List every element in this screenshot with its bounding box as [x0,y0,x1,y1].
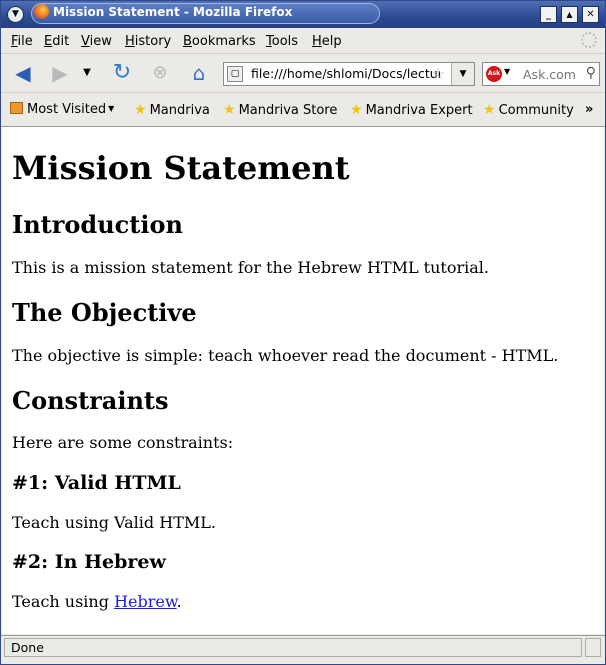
chevron-down-icon: ▼ [83,67,91,78]
status-panel [585,638,601,657]
url-bar[interactable]: ▢ file:///home/shlomi/Docs/lecture/ ☆ ▼ [223,62,475,86]
forward-button[interactable]: ▶ [48,61,72,85]
navigation-toolbar: ◀ ▶ ▼ ↻ ⊗ ⌂ ▢ file:///home/shlomi/Docs/l… [1,54,605,93]
search-bar: Ask ▼ ⚲ [482,62,600,86]
bookmark-community[interactable]: ★ Community [483,102,574,118]
constraints-heading: Constraints [12,386,169,415]
home-button[interactable]: ⌂ [187,61,211,85]
chevron-down-icon: ▼ [459,69,467,79]
constraints-text: Here are some constraints: [12,433,234,452]
back-button[interactable]: ◀ [11,61,35,85]
back-arrow-icon: ◀ [15,61,31,85]
bookmark-mandriva-expert[interactable]: ★ Mandriva Expert [350,102,473,118]
close-button[interactable]: ✕ [582,6,599,23]
constraint-2-text: Teach using Hebrew. [12,592,182,611]
window-menu-button[interactable]: ▼ [7,6,24,23]
ask-engine-icon[interactable]: Ask [486,66,502,82]
chevron-down-icon[interactable]: ▼ [504,67,510,76]
status-bar: Done [1,635,605,664]
history-dropdown-button[interactable]: ▼ [79,61,95,85]
bookmarks-overflow-button[interactable]: » [585,102,593,117]
bookmarks-toolbar: Most Visited ▼ ★ Mandriva ★ Mandriva Store … [1,93,605,127]
folder-icon [10,102,23,114]
star-icon: ★ [350,102,363,118]
url-text[interactable]: file:///home/shlomi/Docs/lecture/ [251,66,440,81]
intro-heading: Introduction [12,210,183,239]
window-title: Mission Statement - Mozilla Firefox [53,5,293,19]
objective-heading: The Objective [12,298,197,327]
constraint-1-heading: #1: Valid HTML [12,472,181,494]
star-icon: ★ [223,102,236,118]
menu-edit[interactable]: Edit [44,34,69,49]
search-input[interactable] [523,65,581,83]
menu-bookmarks[interactable]: Bookmarks [183,34,256,49]
chevron-down-icon: ▼ [12,9,19,19]
objective-text: The objective is simple: teach whoever r… [12,346,559,365]
chevron-down-icon: ▼ [108,104,115,113]
star-icon: ★ [134,102,147,118]
bookmark-mandriva-store[interactable]: ★ Mandriva Store [223,102,337,118]
throbber-icon [581,32,597,48]
intro-text: This is a mission statement for the Hebr… [12,258,489,277]
menu-tools[interactable]: Tools [266,34,298,49]
menu-help[interactable]: Help [312,34,342,49]
minimize-button[interactable]: _ [540,6,557,23]
constraint-2-heading: #2: In Hebrew [12,551,166,573]
firefox-logo-icon [34,4,49,19]
page-content: Mission Statement Introduction This is a… [2,127,604,634]
bookmark-mandriva[interactable]: ★ Mandriva [134,102,210,118]
status-text: Done [4,638,582,657]
home-icon: ⌂ [192,61,206,85]
stop-icon: ⊗ [152,62,168,83]
constraint-1-text: Teach using Valid HTML. [12,513,216,532]
menu-bar: File Edit View History Bookmarks Tools H… [1,29,605,54]
stop-button[interactable]: ⊗ [148,61,172,85]
hebrew-link[interactable]: Hebrew [114,592,177,611]
menu-file[interactable]: File [11,34,33,49]
menu-history[interactable]: History [125,34,171,49]
site-identity-icon[interactable]: ▢ [227,66,243,82]
star-icon: ★ [483,102,496,118]
maximize-button[interactable]: ▲ [561,6,578,23]
magnifier-icon[interactable]: ⚲ [586,65,596,81]
reload-icon: ↻ [112,60,132,85]
forward-arrow-icon: ▶ [52,61,68,85]
menu-view[interactable]: View [81,34,112,49]
browser-window: ▼ Mission Statement - Mozilla Firefox _ … [0,0,606,665]
bookmark-star-icon[interactable]: ☆ [431,64,445,83]
page-title: Mission Statement [12,149,350,187]
bookmark-most-visited[interactable]: Most Visited ▼ [10,102,114,117]
url-dropdown-button[interactable]: ▼ [451,63,474,85]
reload-button[interactable]: ↻ [110,61,134,85]
title-bar[interactable]: ▼ Mission Statement - Mozilla Firefox _ … [1,1,605,28]
